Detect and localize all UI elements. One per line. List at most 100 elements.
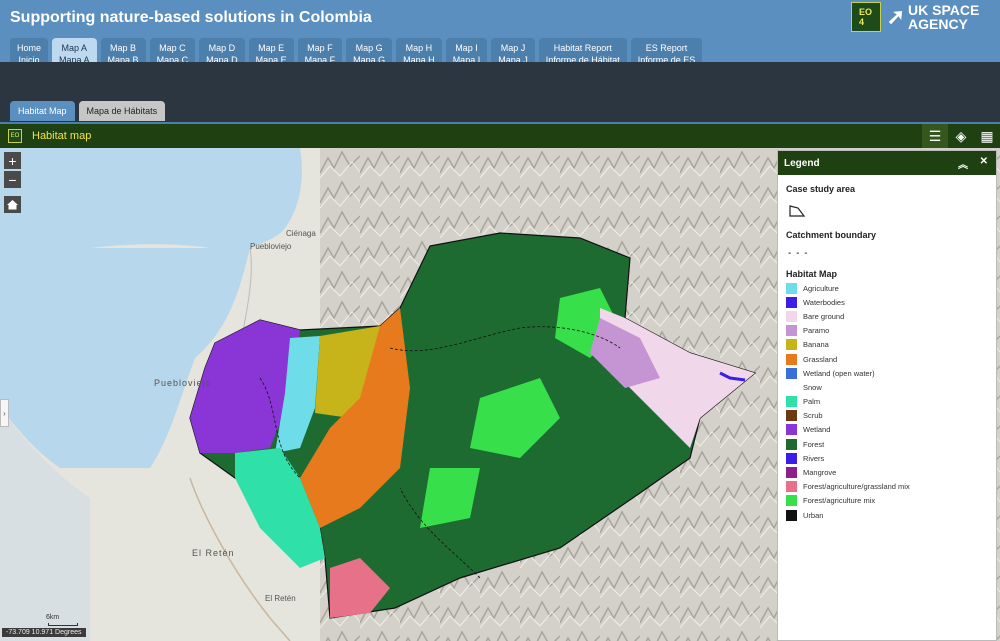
- basemap-grid-icon[interactable]: ▦: [974, 124, 1000, 148]
- close-icon[interactable]: ✕: [980, 156, 988, 167]
- tab-label-en: Map G: [355, 43, 383, 53]
- sub-tabs: Habitat Map Mapa de Hábitats: [10, 101, 166, 121]
- side-panel-toggle[interactable]: ›: [0, 399, 9, 427]
- legend-item: Forest: [786, 437, 996, 451]
- site-title: Supporting nature-based solutions in Col…: [10, 9, 372, 26]
- legend-swatch: [786, 495, 797, 507]
- subtab-mapa-de-hábitats[interactable]: Mapa de Hábitats: [78, 101, 166, 121]
- legend-swatch: [786, 339, 797, 351]
- legend-item: Forest/agriculture/grassland mix: [786, 480, 996, 494]
- scale-label: 6km: [46, 614, 60, 621]
- legend-item-label: Waterbodies: [803, 297, 845, 307]
- zoom-out-button[interactable]: −: [4, 171, 21, 188]
- tab-label-en: ES Report: [645, 43, 688, 53]
- legend-title: Legend: [784, 157, 820, 169]
- legend-item-label: Wetland (open water): [803, 368, 875, 378]
- legend-item-label: Rivers: [803, 453, 825, 463]
- tab-label-en: Map H: [405, 43, 433, 53]
- legend-item: Palm: [786, 395, 996, 409]
- legend-item: Forest/agriculture mix: [786, 494, 996, 508]
- legend-item-label: Urban: [803, 510, 824, 520]
- logo-group: EO 4 ➚ UK SPACE AGENCY: [850, 2, 990, 32]
- place-el-reten: El Retén: [192, 548, 235, 558]
- legend-item-label: Mangrove: [803, 468, 837, 478]
- legend-item-label: Palm: [803, 397, 821, 407]
- zoom-in-button[interactable]: +: [4, 152, 21, 169]
- place-el-reten-small: El Retén: [265, 594, 296, 603]
- legend-swatch: [786, 310, 797, 322]
- legend-swatch: [786, 452, 797, 464]
- legend-habitat-title: Habitat Map: [786, 269, 838, 279]
- legend-item: Agriculture: [786, 281, 996, 295]
- legend-swatch: [786, 325, 797, 337]
- legend-list-icon[interactable]: ☰: [922, 124, 948, 148]
- legend-item: Bare ground: [786, 309, 996, 323]
- legend-item: Scrub: [786, 409, 996, 423]
- eo4cultivar-logo: EO 4: [850, 2, 881, 32]
- tab-label-en: Home: [17, 43, 42, 53]
- legend-item: Mangrove: [786, 465, 996, 479]
- home-button[interactable]: [4, 196, 21, 213]
- tab-label-en: Map J: [500, 43, 526, 53]
- catchment-dash-icon: - - -: [788, 248, 809, 259]
- legend-swatch: [786, 467, 797, 479]
- legend-item-label: Wetland: [803, 425, 831, 435]
- legend-item-label: Grassland: [803, 354, 838, 364]
- legend-swatch: [786, 509, 797, 521]
- eo4cultivar-small-logo: EO: [8, 129, 22, 143]
- tab-label-en: Map B: [110, 43, 137, 53]
- legend-swatch: [786, 367, 797, 379]
- legend-item-label: Banana: [803, 340, 829, 350]
- legend-swatch: [786, 481, 797, 493]
- legend-item-label: Paramo: [803, 326, 830, 336]
- legend-case-study-title: Case study area: [786, 184, 856, 194]
- place-puebloviejo: Puebloviejo: [154, 378, 212, 388]
- place-cienaga: Ciénaga: [286, 229, 316, 238]
- legend-item: Wetland: [786, 423, 996, 437]
- legend-header: Legend ︽ ✕: [778, 151, 996, 175]
- legend-item-label: Forest/agriculture/grassland mix: [803, 482, 910, 492]
- tab-label-en: Map E: [258, 43, 285, 53]
- legend-item: Paramo: [786, 324, 996, 338]
- legend-item: Wetland (open water): [786, 366, 996, 380]
- legend-swatch: [786, 438, 797, 450]
- scale-bar: [48, 623, 78, 626]
- legend-item-label: Agriculture: [803, 283, 839, 293]
- case-study-polygon-icon: [789, 205, 806, 217]
- legend-swatch: [786, 424, 797, 436]
- zoom-controls: + −: [4, 152, 21, 188]
- home-icon: [7, 200, 18, 210]
- legend-item: Urban: [786, 508, 996, 522]
- legend-panel: Legend ︽ ✕ Case study area Catchment bou…: [777, 150, 997, 641]
- tab-label-en: Map D: [208, 43, 236, 53]
- map-title: Habitat map: [32, 130, 92, 142]
- legend-items: Agriculture Waterbodies Bare ground Paramo B…: [778, 281, 996, 522]
- legend-swatch: [786, 381, 797, 393]
- legend-catchment-title: Catchment boundary: [786, 230, 877, 240]
- legend-item-label: Scrub: [803, 411, 823, 421]
- uk-space-agency-logo: ➚ UK SPACE AGENCY: [886, 2, 980, 32]
- tab-label-en: Map A: [61, 43, 88, 53]
- collapse-icon[interactable]: ︽: [958, 156, 968, 171]
- map-toolbar: EO Habitat map ☰ ◈ ▦: [0, 122, 1000, 148]
- legend-swatch: [786, 296, 797, 308]
- legend-swatch: [786, 282, 797, 294]
- legend-swatch: [786, 410, 797, 422]
- tab-label-en: Habitat Report: [553, 43, 612, 53]
- subtab-habitat-map[interactable]: Habitat Map: [10, 101, 75, 121]
- legend-swatch: [786, 353, 797, 365]
- legend-item-label: Bare ground: [803, 311, 845, 321]
- legend-item: Banana: [786, 338, 996, 352]
- legend-item-label: Forest: [803, 439, 825, 449]
- cursor-coordinates: -73.709 10.971 Degrees: [2, 628, 86, 637]
- tab-label-en: Map F: [307, 43, 333, 53]
- legend-item: Grassland: [786, 352, 996, 366]
- uksa-arrow-icon: ➚: [886, 4, 905, 29]
- legend-item: Rivers: [786, 451, 996, 465]
- tab-label-en: Map I: [455, 43, 478, 53]
- app-header: Supporting nature-based solutions in Col…: [0, 0, 1000, 72]
- layers-icon[interactable]: ◈: [948, 124, 974, 148]
- legend-item-label: Snow: [803, 382, 822, 392]
- legend-item: Waterbodies: [786, 295, 996, 309]
- place-puebloviejo-small: Puebloviejo: [250, 242, 292, 251]
